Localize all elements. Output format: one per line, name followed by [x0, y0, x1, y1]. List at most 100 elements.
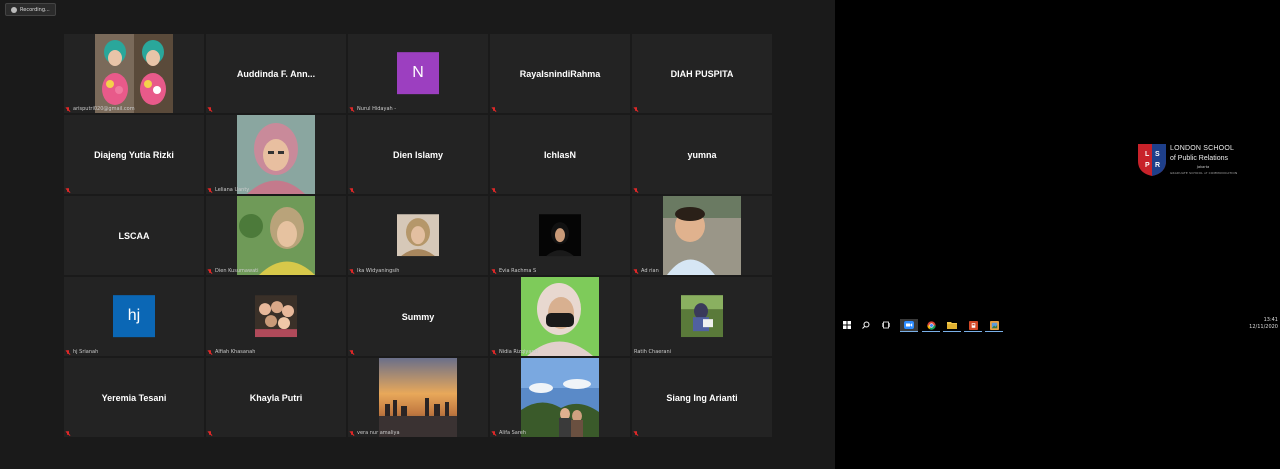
shield-letter: R — [1155, 162, 1160, 169]
shield-letter: L — [1145, 151, 1150, 158]
participant-name: arisputri020@gmail.com — [73, 106, 135, 112]
task-view-button[interactable] — [881, 319, 891, 331]
participant-name-display: Yeremia Tesani — [101, 392, 167, 403]
zoom-app-icon — [904, 321, 914, 329]
logo-line-2: of Public Relations — [1170, 155, 1228, 162]
participant-tile[interactable]: Alfiah Khasanah — [206, 277, 346, 356]
participant-video — [521, 358, 599, 437]
participant-tile[interactable]: Khayla Putri — [206, 358, 346, 437]
chrome-taskbar-app[interactable] — [922, 319, 940, 332]
participant-tile[interactable]: N Nurul Hidayah - — [348, 34, 488, 113]
participant-name-display: Diajeng Yutia Rizki — [94, 149, 174, 160]
participant-name: Nidia Rizqiyanti — [499, 349, 538, 355]
muted-mic-icon — [350, 106, 354, 112]
muted-mic-icon — [492, 188, 496, 193]
lspr-logo: L S P R LONDON SCHOOL of Public Relation… — [1137, 143, 1247, 193]
search-button[interactable] — [861, 319, 871, 331]
participant-name: Alifa Sareh — [499, 430, 527, 436]
participant-video — [237, 115, 315, 194]
muted-mic-icon — [492, 268, 496, 274]
participant-avatar: N — [397, 51, 439, 94]
zoom-taskbar-app[interactable] — [900, 319, 918, 332]
muted-mic-icon — [208, 431, 212, 436]
muted-mic-icon — [350, 430, 354, 436]
participant-name-display: IchlasN — [543, 149, 576, 160]
participant-tile[interactable]: Yeremia Tesani — [64, 358, 204, 437]
muted-mic-icon — [208, 268, 212, 274]
participant-name: Leliana Uanty — [215, 187, 250, 193]
participant-tile[interactable]: RayaIsnindiRahma — [490, 34, 630, 113]
participant-tile[interactable]: LSCAA — [64, 196, 204, 275]
chrome-icon — [926, 320, 936, 330]
windows-taskbar — [835, 316, 1280, 334]
windows-start-button[interactable] — [842, 319, 852, 331]
clock-date: 12/11/2020 — [1249, 324, 1278, 330]
participant-tile[interactable]: Evia Rachma S — [490, 196, 630, 275]
powerpoint-icon — [968, 320, 978, 330]
participant-video — [663, 196, 741, 275]
participant-tile[interactable]: Diajeng Yutia Rizki — [64, 115, 204, 194]
participant-name-display: Khayla Putri — [249, 392, 303, 403]
participant-tile[interactable]: hj hj Srianah — [64, 277, 204, 356]
folder-icon — [947, 322, 957, 329]
participant-tile[interactable]: vera nur amaliya — [348, 358, 488, 437]
participant-profile-photo — [397, 213, 439, 256]
gallery-view-grid: arisputri020@gmail.com Auddinda F. Ann..… — [64, 34, 772, 437]
muted-mic-icon — [350, 188, 354, 193]
participant-tile[interactable]: Leliana Uanty — [206, 115, 346, 194]
participant-name: Dien Kusumawati — [215, 268, 259, 274]
file-explorer-taskbar-app[interactable] — [943, 319, 961, 332]
participant-name-display: yumna — [687, 149, 717, 160]
participant-tile[interactable]: Ratih Chaerani — [632, 277, 772, 356]
participant-tile[interactable]: Dien Kusumawati — [206, 196, 346, 275]
participant-tile[interactable]: DIAH PUSPITA — [632, 34, 772, 113]
muted-mic-icon — [492, 349, 496, 355]
participant-tile[interactable]: IchlasN — [490, 115, 630, 194]
recording-indicator[interactable]: Recording... — [5, 3, 56, 16]
participant-name-display: DIAH PUSPITA — [670, 68, 734, 79]
logo-line-3: Jakarta — [1197, 165, 1210, 169]
participant-tile[interactable]: Ika Widyaningsih — [348, 196, 488, 275]
recording-label: Recording... — [20, 6, 50, 13]
participant-name-display: Summy — [401, 311, 435, 322]
participant-tile[interactable]: Alifa Sareh — [490, 358, 630, 437]
participant-tile[interactable]: yumna — [632, 115, 772, 194]
photos-taskbar-app[interactable] — [985, 319, 1003, 332]
photos-icon — [989, 320, 999, 330]
participant-tile[interactable]: Ad rian — [632, 196, 772, 275]
muted-mic-icon — [208, 187, 212, 193]
muted-mic-icon — [208, 349, 212, 355]
participant-tile[interactable]: Summy — [348, 277, 488, 356]
participant-tile[interactable]: Nidia Rizqiyanti — [490, 277, 630, 356]
muted-mic-icon — [492, 430, 496, 436]
participant-name: Ratih Chaerani — [634, 349, 672, 355]
participant-video — [95, 34, 173, 113]
muted-mic-icon — [350, 350, 354, 355]
muted-mic-icon — [634, 188, 638, 193]
participant-name: Ika Widyaningsih — [357, 268, 400, 274]
participant-name: vera nur amaliya — [357, 430, 400, 436]
zoom-meeting-window: Recording... arisputri020@gmail.com Audd… — [0, 0, 835, 469]
taskbar-clock[interactable]: 13:41 12/11/2020 — [1249, 317, 1278, 331]
participant-tile[interactable]: Auddinda F. Ann... — [206, 34, 346, 113]
windows-logo-icon — [843, 321, 851, 329]
muted-mic-icon — [634, 268, 638, 274]
powerpoint-taskbar-app[interactable] — [964, 319, 982, 332]
clock-time: 13:41 — [1263, 317, 1278, 323]
shield-letter: P — [1145, 162, 1150, 169]
muted-mic-icon — [350, 268, 354, 274]
logo-line-4: GRADUATE SCHOOL of COMMUNICATION — [1170, 171, 1238, 175]
muted-mic-icon — [634, 431, 638, 436]
participant-video — [379, 358, 457, 437]
lspr-shield-icon: L S P R — [1138, 144, 1166, 176]
muted-mic-icon — [66, 106, 70, 112]
participant-profile-photo — [539, 213, 581, 256]
logo-line-1: LONDON SCHOOL — [1170, 145, 1235, 152]
muted-mic-icon — [634, 107, 638, 112]
participant-tile[interactable]: arisputri020@gmail.com — [64, 34, 204, 113]
participant-name-display: RayaIsnindiRahma — [519, 68, 601, 79]
participant-tile[interactable]: Dien Islamy — [348, 115, 488, 194]
participant-tile[interactable]: Siang Ing Arianti — [632, 358, 772, 437]
participant-name-display: Siang Ing Arianti — [666, 392, 738, 403]
muted-mic-icon — [66, 431, 70, 436]
